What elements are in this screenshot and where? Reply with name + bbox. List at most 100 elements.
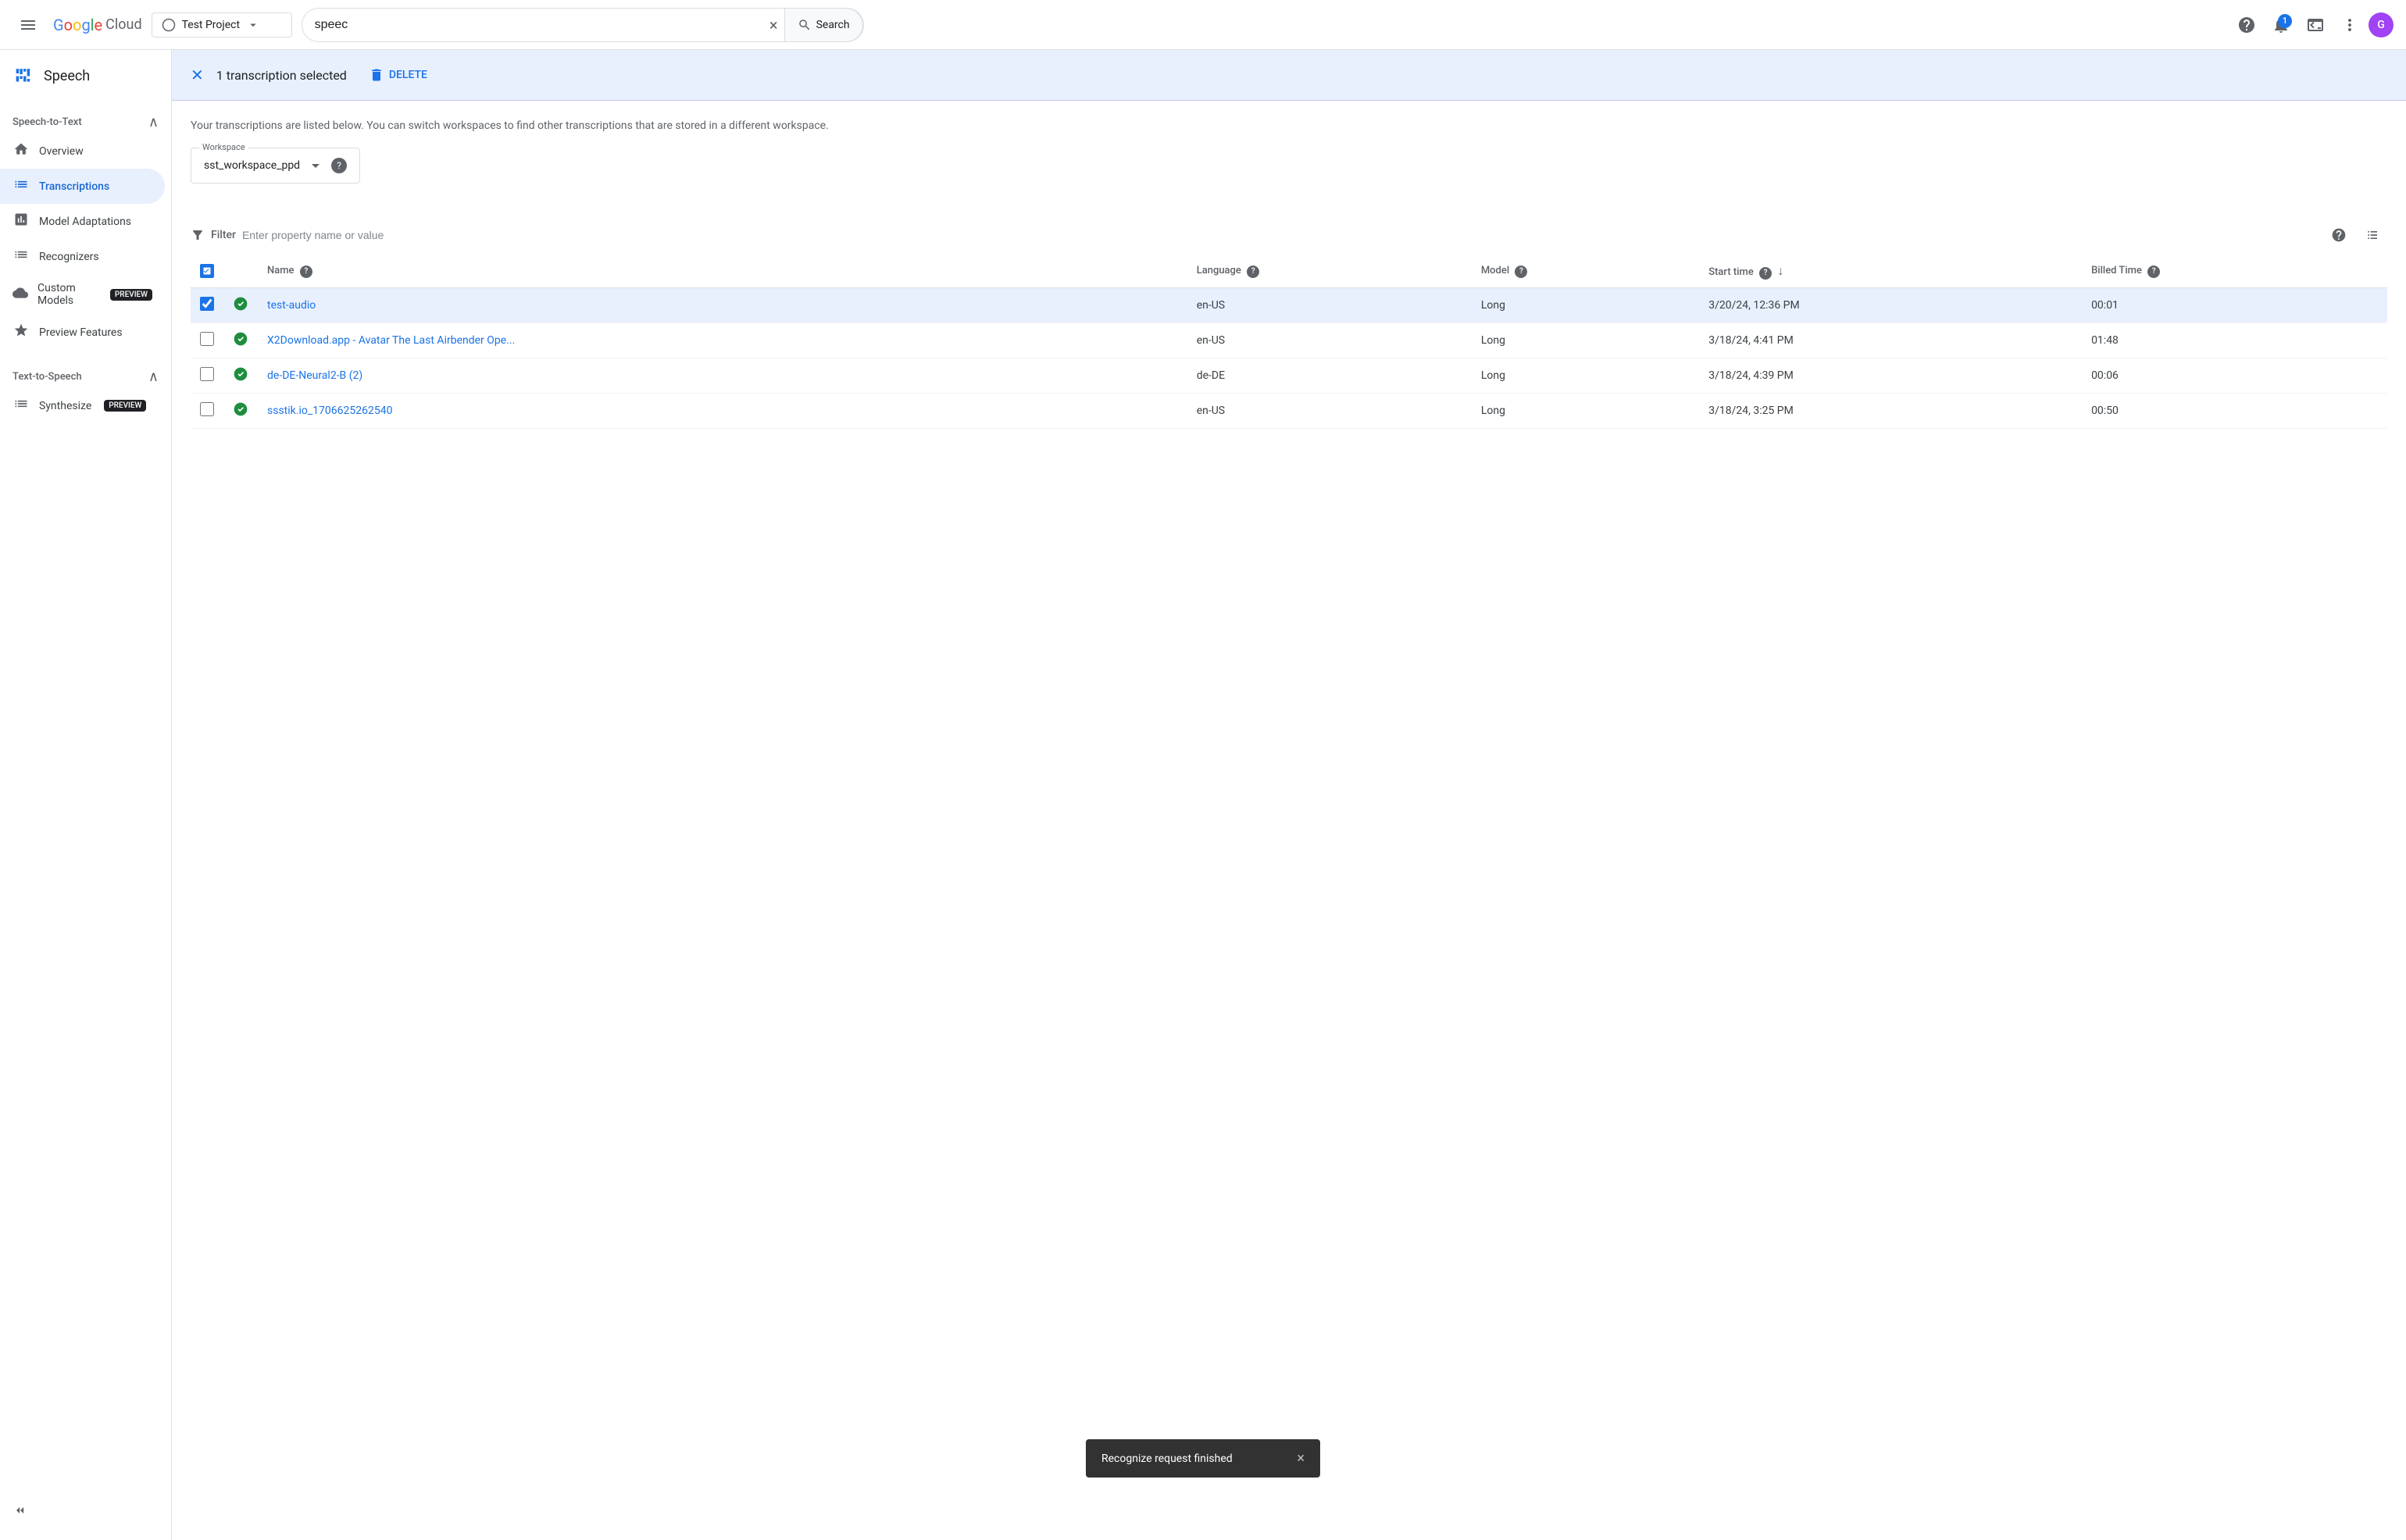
- billed_time-cell: 01:48: [2082, 323, 2387, 358]
- workspace-selector[interactable]: Workspace sst_workspace_ppd ?: [191, 148, 360, 184]
- recognizers-label: Recognizers: [39, 251, 99, 263]
- delete-label: DELETE: [389, 69, 427, 81]
- sidebar-item-recognizers[interactable]: Recognizers: [0, 239, 165, 274]
- snackbar: Recognize request finished ×: [1086, 1439, 1320, 1478]
- custom-models-label: Custom Models: [37, 282, 98, 307]
- model-adaptations-label: Model Adaptations: [39, 216, 131, 228]
- search-button[interactable]: Search: [784, 8, 863, 42]
- help-icon[interactable]: [2231, 9, 2262, 41]
- name-help-icon[interactable]: ?: [300, 266, 312, 278]
- status-cell: [223, 323, 258, 358]
- col-header-start-time: Start time ? ↓: [1699, 255, 2082, 287]
- language-cell: en-US: [1187, 287, 1472, 323]
- delete-button[interactable]: DELETE: [359, 62, 437, 87]
- selection-close-button[interactable]: ✕: [191, 66, 204, 84]
- language-cell: en-US: [1187, 323, 1472, 358]
- avatar[interactable]: G: [2369, 12, 2394, 37]
- start_time-cell: 3/18/24, 4:39 PM: [1699, 358, 2082, 393]
- notifications-icon[interactable]: 1: [2265, 9, 2297, 41]
- preview-features-icon: [12, 323, 30, 342]
- home-icon: [12, 141, 30, 161]
- table-row: X2Download.app - Avatar The Last Airbend…: [191, 323, 2387, 358]
- model-cell: Long: [1472, 393, 1699, 428]
- language-cell: en-US: [1187, 393, 1472, 428]
- app-header: Speech: [0, 50, 171, 102]
- more-options-icon[interactable]: [2334, 9, 2365, 41]
- snackbar-close-button[interactable]: ×: [1297, 1450, 1305, 1467]
- model-cell: Long: [1472, 287, 1699, 323]
- project-name: Test Project: [182, 19, 240, 31]
- transcription-name-link[interactable]: ssstik.io_1706625262540: [267, 405, 392, 417]
- app-icon: [12, 62, 34, 89]
- start_time-cell: 3/18/24, 3:25 PM: [1699, 393, 2082, 428]
- select-all-checkbox[interactable]: [200, 264, 214, 278]
- row-checkbox[interactable]: [200, 402, 214, 416]
- sidebar-item-model-adaptations[interactable]: Model Adaptations: [0, 204, 165, 239]
- start_time-cell: 3/18/24, 4:41 PM: [1699, 323, 2082, 358]
- table-help-button[interactable]: [2325, 221, 2353, 249]
- row-checkbox[interactable]: [200, 367, 214, 381]
- transcriptions-label: Transcriptions: [39, 180, 109, 193]
- col-header-model: Model ?: [1472, 255, 1699, 287]
- sidebar-item-overview[interactable]: Overview: [0, 134, 165, 169]
- search-button-label: Search: [816, 19, 850, 31]
- transcription-name-link[interactable]: de-DE-Neural2-B (2): [267, 369, 362, 382]
- row-checkbox[interactable]: [200, 297, 214, 311]
- billed-time-help-icon[interactable]: ?: [2147, 266, 2160, 278]
- status-cell: [223, 358, 258, 393]
- cloud-shell-icon[interactable]: [2300, 9, 2331, 41]
- start-time-help-icon[interactable]: ?: [1759, 267, 1772, 280]
- filter-input[interactable]: [242, 226, 2319, 244]
- workspace-help-icon[interactable]: ?: [331, 158, 347, 173]
- sidebar-item-custom-models[interactable]: Custom Models PREVIEW: [0, 274, 165, 315]
- app-title: Speech: [44, 68, 90, 84]
- sidebar: Speech Speech-to-Text ∧ Overview Transcr…: [0, 50, 172, 1540]
- model-help-icon[interactable]: ?: [1515, 266, 1527, 278]
- main-content: ✕ 1 transcription selected DELETE Your t…: [172, 50, 2406, 1540]
- sidebar-item-preview-features[interactable]: Preview Features: [0, 315, 165, 350]
- table-row: ssstik.io_1706625262540 en-USLong3/18/24,…: [191, 393, 2387, 428]
- selection-count-label: 1 transcription selected: [216, 68, 347, 83]
- col-header-language: Language ?: [1187, 255, 1472, 287]
- sort-icon[interactable]: ↓: [1777, 263, 1783, 278]
- tts-section-header: Text-to-Speech ∧: [0, 356, 171, 388]
- col-header-name: Name ?: [258, 255, 1187, 287]
- sidebar-collapse-button[interactable]: [0, 1493, 171, 1528]
- google-cloud-logo: Google Cloud: [53, 16, 142, 34]
- search-clear-icon[interactable]: ×: [769, 17, 778, 33]
- column-settings-button[interactable]: [2359, 221, 2387, 249]
- col-header-billed-time: Billed Time ?: [2082, 255, 2387, 287]
- search-bar: × Search: [302, 8, 864, 42]
- start_time-cell: 3/20/24, 12:36 PM: [1699, 287, 2082, 323]
- stt-section-header: Speech-to-Text ∧: [0, 102, 171, 134]
- workspace-label: Workspace: [199, 142, 248, 152]
- snackbar-message: Recognize request finished: [1101, 1453, 1233, 1465]
- preview-features-label: Preview Features: [39, 326, 123, 339]
- recognizers-icon: [12, 247, 30, 266]
- table-row: de-DE-Neural2-B (2)de-DELong3/18/24, 4:3…: [191, 358, 2387, 393]
- billed_time-cell: 00:50: [2082, 393, 2387, 428]
- language-help-icon[interactable]: ?: [1247, 266, 1259, 278]
- sidebar-item-synthesize[interactable]: Synthesize PREVIEW: [0, 388, 165, 423]
- synthesize-preview-badge: PREVIEW: [104, 400, 146, 412]
- menu-icon[interactable]: [12, 9, 44, 41]
- row-checkbox[interactable]: [200, 332, 214, 346]
- model-cell: Long: [1472, 358, 1699, 393]
- search-input[interactable]: [315, 18, 763, 32]
- sidebar-item-transcriptions[interactable]: Transcriptions: [0, 169, 165, 204]
- tts-collapse-icon[interactable]: ∧: [148, 369, 159, 385]
- custom-models-preview-badge: PREVIEW: [110, 289, 152, 301]
- table-row: test-audioen-USLong3/20/24, 12:36 PM00:0…: [191, 287, 2387, 323]
- workspace-value: sst_workspace_ppd: [204, 159, 300, 172]
- project-selector[interactable]: Test Project: [152, 12, 292, 37]
- transcription-name-link[interactable]: X2Download.app - Avatar The Last Airbend…: [267, 334, 515, 347]
- billed_time-cell: 00:06: [2082, 358, 2387, 393]
- transcriptions-table: Name ? Language ? Model ? Start time: [191, 255, 2387, 429]
- description-text: Your transcriptions are listed below. Yo…: [191, 119, 2387, 132]
- synthesize-label: Synthesize: [39, 400, 91, 412]
- stt-collapse-icon[interactable]: ∧: [148, 114, 159, 130]
- topbar-actions: 1 G: [2231, 9, 2394, 41]
- status-cell: [223, 393, 258, 428]
- transcription-name-link[interactable]: test-audio: [267, 299, 316, 312]
- model-cell: Long: [1472, 323, 1699, 358]
